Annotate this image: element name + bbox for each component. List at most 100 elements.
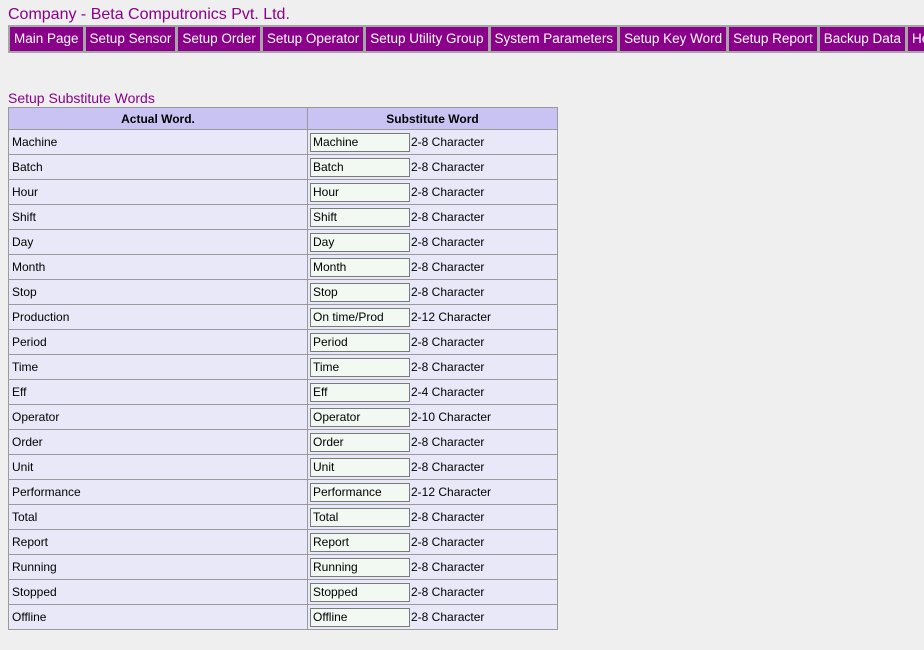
actual-word-cell: Day bbox=[8, 229, 308, 255]
substitute-word-input[interactable] bbox=[310, 157, 410, 177]
actual-word-cell: Production bbox=[8, 304, 308, 330]
length-hint: 2-8 Character bbox=[411, 260, 485, 274]
length-hint: 2-8 Character bbox=[411, 360, 485, 374]
actual-word-cell: Stopped bbox=[8, 579, 308, 605]
length-hint: 2-8 Character bbox=[411, 210, 485, 224]
nav-setup-key-word[interactable]: Setup Key Word bbox=[620, 27, 727, 51]
nav-setup-sensor[interactable]: Setup Sensor bbox=[85, 27, 176, 51]
nav-setup-report[interactable]: Setup Report bbox=[729, 27, 817, 51]
substitute-word-cell: 2-8 Character bbox=[307, 429, 558, 455]
substitute-word-cell: 2-8 Character bbox=[307, 129, 558, 155]
actual-word-cell: Time bbox=[8, 354, 308, 380]
table-header-row: Actual Word. Substitute Word bbox=[8, 107, 558, 130]
substitute-word-input[interactable] bbox=[310, 607, 410, 627]
substitute-word-input[interactable] bbox=[310, 282, 410, 302]
substitute-word-input[interactable] bbox=[310, 532, 410, 552]
length-hint: 2-12 Character bbox=[411, 485, 492, 499]
table-row: Operator 2-10 Character bbox=[8, 404, 558, 430]
substitute-word-input[interactable] bbox=[310, 507, 410, 527]
actual-word-cell: Total bbox=[8, 504, 308, 530]
substitute-word-cell: 2-12 Character bbox=[307, 304, 558, 330]
length-hint: 2-8 Character bbox=[411, 585, 485, 599]
table-row: Day 2-8 Character bbox=[8, 229, 558, 255]
substitute-word-input[interactable] bbox=[310, 232, 410, 252]
substitute-word-input[interactable] bbox=[310, 457, 410, 477]
actual-word-cell: Month bbox=[8, 254, 308, 280]
nav-help[interactable]: Help bbox=[908, 27, 924, 51]
substitute-word-cell: 2-8 Character bbox=[307, 254, 558, 280]
table-row: Unit 2-8 Character bbox=[8, 454, 558, 480]
substitute-word-cell: 2-8 Character bbox=[307, 179, 558, 205]
actual-word-cell: Unit bbox=[8, 454, 308, 480]
length-hint: 2-8 Character bbox=[411, 460, 485, 474]
actual-word-cell: Running bbox=[8, 554, 308, 580]
substitute-word-input[interactable] bbox=[310, 332, 410, 352]
substitute-word-input[interactable] bbox=[310, 357, 410, 377]
column-header-actual-word: Actual Word. bbox=[8, 107, 308, 130]
substitute-word-input[interactable] bbox=[310, 482, 410, 502]
actual-word-cell: Order bbox=[8, 429, 308, 455]
substitute-word-cell: 2-4 Character bbox=[307, 379, 558, 405]
table-row: Production 2-12 Character bbox=[8, 304, 558, 330]
length-hint: 2-8 Character bbox=[411, 135, 485, 149]
table-row: Running 2-8 Character bbox=[8, 554, 558, 580]
actual-word-cell: Machine bbox=[8, 129, 308, 155]
nav-backup-data[interactable]: Backup Data bbox=[819, 27, 905, 51]
actual-word-cell: Performance bbox=[8, 479, 308, 505]
substitute-word-cell: 2-8 Character bbox=[307, 454, 558, 480]
substitute-word-input[interactable] bbox=[310, 182, 410, 202]
substitute-word-cell: 2-8 Character bbox=[307, 354, 558, 380]
substitute-word-input[interactable] bbox=[310, 307, 410, 327]
table-row: Total 2-8 Character bbox=[8, 504, 558, 530]
length-hint: 2-8 Character bbox=[411, 160, 485, 174]
substitute-word-cell: 2-8 Character bbox=[307, 604, 558, 630]
substitute-word-input[interactable] bbox=[310, 432, 410, 452]
substitute-word-input[interactable] bbox=[310, 132, 410, 152]
table-row: Period 2-8 Character bbox=[8, 329, 558, 355]
table-row: Time 2-8 Character bbox=[8, 354, 558, 380]
table-row: Order 2-8 Character bbox=[8, 429, 558, 455]
actual-word-cell: Operator bbox=[8, 404, 308, 430]
main-nav-bar: Main Page Setup Sensor Setup Order Setup Op… bbox=[8, 25, 924, 53]
length-hint: 2-4 Character bbox=[411, 385, 485, 399]
length-hint: 2-8 Character bbox=[411, 510, 485, 524]
actual-word-cell: Shift bbox=[8, 204, 308, 230]
length-hint: 2-8 Character bbox=[411, 435, 485, 449]
company-title: Company - Beta Computronics Pvt. Ltd. bbox=[8, 6, 290, 23]
column-header-substitute-word: Substitute Word bbox=[307, 107, 558, 130]
table-row: Stopped 2-8 Character bbox=[8, 579, 558, 605]
nav-main-page[interactable]: Main Page bbox=[10, 27, 83, 51]
actual-word-cell: Report bbox=[8, 529, 308, 555]
substitute-word-input[interactable] bbox=[310, 557, 410, 577]
actual-word-cell: Hour bbox=[8, 179, 308, 205]
substitute-word-input[interactable] bbox=[310, 257, 410, 277]
actual-word-cell: Eff bbox=[8, 379, 308, 405]
substitute-word-cell: 2-8 Character bbox=[307, 529, 558, 555]
table-row: Eff 2-4 Character bbox=[8, 379, 558, 405]
length-hint: 2-8 Character bbox=[411, 285, 485, 299]
substitute-word-input[interactable] bbox=[310, 207, 410, 227]
substitute-word-cell: 2-8 Character bbox=[307, 329, 558, 355]
substitute-word-input[interactable] bbox=[310, 407, 410, 427]
substitute-word-cell: 2-8 Character bbox=[307, 229, 558, 255]
substitute-word-input[interactable] bbox=[310, 582, 410, 602]
table-row: Report 2-8 Character bbox=[8, 529, 558, 555]
table-row: Hour 2-8 Character bbox=[8, 179, 558, 205]
actual-word-cell: Stop bbox=[8, 279, 308, 305]
page-title: Setup Substitute Words bbox=[8, 90, 155, 106]
substitute-word-cell: 2-8 Character bbox=[307, 204, 558, 230]
substitute-word-input[interactable] bbox=[310, 382, 410, 402]
table-row: Stop 2-8 Character bbox=[8, 279, 558, 305]
nav-setup-utility-group[interactable]: Setup Utility Group bbox=[366, 27, 488, 51]
nav-system-parameters[interactable]: System Parameters bbox=[490, 27, 618, 51]
length-hint: 2-12 Character bbox=[411, 310, 492, 324]
nav-setup-order[interactable]: Setup Order bbox=[178, 27, 260, 51]
table-row: Machine 2-8 Character bbox=[8, 129, 558, 155]
table-row: Month 2-8 Character bbox=[8, 254, 558, 280]
nav-setup-operator[interactable]: Setup Operator bbox=[262, 27, 364, 51]
actual-word-cell: Batch bbox=[8, 154, 308, 180]
substitute-word-cell: 2-8 Character bbox=[307, 154, 558, 180]
length-hint: 2-8 Character bbox=[411, 335, 485, 349]
substitute-words-table: Actual Word. Substitute Word Machine 2-8 … bbox=[8, 107, 558, 630]
substitute-word-cell: 2-8 Character bbox=[307, 504, 558, 530]
